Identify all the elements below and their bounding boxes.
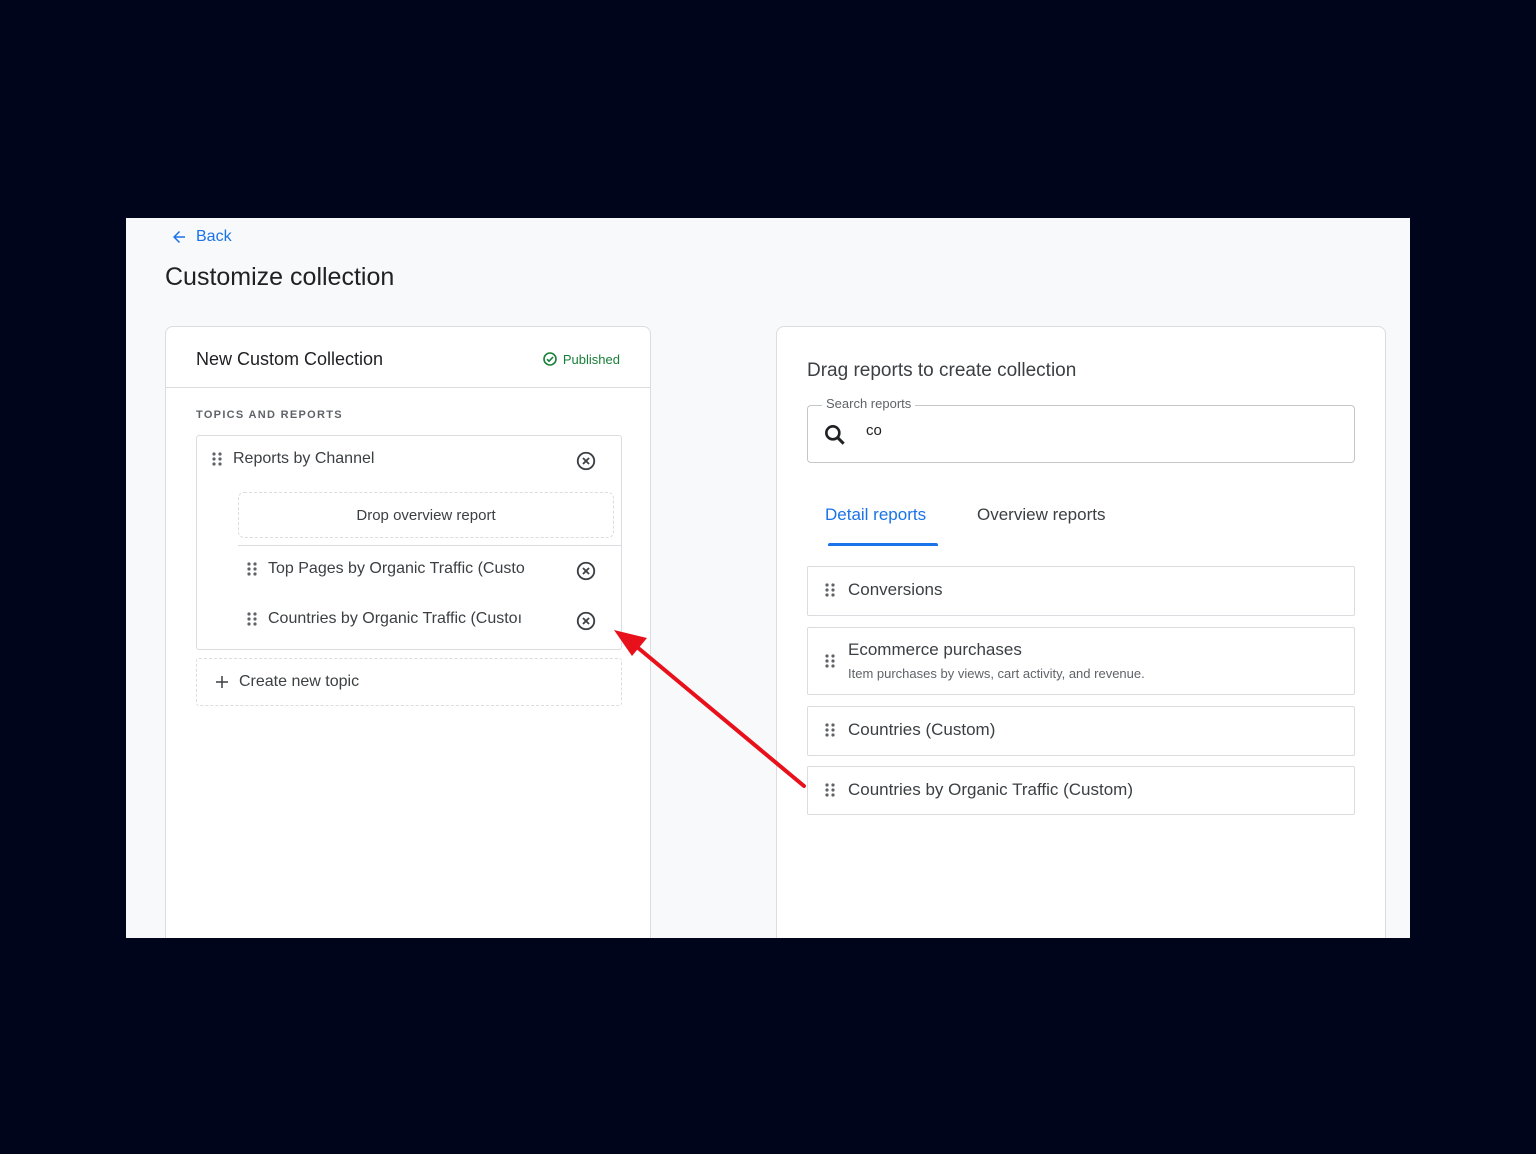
drag-handle-icon[interactable] bbox=[246, 611, 258, 627]
drop-overview-zone[interactable]: Drop overview report bbox=[238, 492, 614, 538]
drag-handle-icon[interactable] bbox=[824, 782, 836, 798]
report-name: Conversions bbox=[848, 580, 943, 599]
status-label: Published bbox=[562, 351, 620, 367]
topic-card: Reports by Channel Drop overview report … bbox=[196, 435, 622, 650]
topic-name: Reports by Channel bbox=[233, 450, 375, 467]
check-circle-icon bbox=[543, 352, 557, 366]
remove-report-icon[interactable] bbox=[575, 560, 597, 582]
section-label: TOPICS AND REPORTS bbox=[196, 409, 343, 421]
drop-zone-label: Drop overview report bbox=[356, 506, 496, 524]
topic-report-name: Top Pages by Organic Traffic (Custo bbox=[268, 560, 525, 577]
collection-header: New Custom Collection Published bbox=[166, 327, 650, 388]
active-tab-indicator bbox=[828, 543, 938, 546]
search-field[interactable]: Search reports bbox=[807, 396, 1355, 463]
plus-icon bbox=[216, 676, 228, 688]
topic-row[interactable]: Reports by Channel bbox=[211, 450, 374, 468]
topic-report-name: Countries by Organic Traffic (Custoı bbox=[268, 610, 523, 627]
status-badge: Published bbox=[542, 351, 620, 367]
topic-report-item[interactable]: Countries by Organic Traffic (Custoı bbox=[246, 610, 562, 628]
back-link[interactable]: Back bbox=[170, 226, 232, 248]
report-name: Countries (Custom) bbox=[848, 720, 996, 739]
create-topic-label: Create new topic bbox=[239, 673, 360, 690]
create-topic-button[interactable]: Create new topic bbox=[196, 658, 622, 706]
screenshot-frame: Back Customize collection New Custom Col… bbox=[126, 218, 1410, 938]
report-library-panel: Drag reports to create collection Search… bbox=[776, 326, 1386, 938]
remove-topic-icon[interactable] bbox=[575, 450, 597, 472]
report-card[interactable]: Ecommerce purchases Item purchases by vi… bbox=[807, 627, 1355, 695]
search-input[interactable] bbox=[866, 418, 1326, 442]
remove-report-icon[interactable] bbox=[575, 610, 597, 632]
collection-name: New Custom Collection bbox=[196, 349, 384, 369]
library-title: Drag reports to create collection bbox=[807, 360, 1077, 381]
report-description: Item purchases by views, cart activity, … bbox=[848, 666, 1145, 681]
tab-overview-reports[interactable]: Overview reports bbox=[977, 505, 1105, 525]
topic-report-item[interactable]: Top Pages by Organic Traffic (Custo bbox=[246, 560, 562, 578]
drag-handle-icon[interactable] bbox=[246, 561, 258, 577]
report-card[interactable]: Conversions bbox=[807, 566, 1355, 616]
report-card[interactable]: Countries by Organic Traffic (Custom) bbox=[807, 766, 1355, 815]
drag-handle-icon[interactable] bbox=[824, 582, 836, 598]
divider bbox=[238, 545, 622, 546]
back-label: Back bbox=[196, 228, 232, 245]
drag-handle-icon[interactable] bbox=[824, 722, 836, 738]
search-label: Search reports bbox=[822, 396, 916, 411]
arrow-back-icon bbox=[173, 231, 185, 243]
drag-handle-icon[interactable] bbox=[824, 653, 836, 669]
report-name: Ecommerce purchases bbox=[848, 640, 1022, 659]
search-icon bbox=[825, 425, 845, 445]
tab-detail-reports[interactable]: Detail reports bbox=[825, 505, 926, 525]
drag-handle-icon[interactable] bbox=[211, 451, 223, 467]
report-card[interactable]: Countries (Custom) bbox=[807, 706, 1355, 756]
report-name: Countries by Organic Traffic (Custom) bbox=[848, 780, 1133, 799]
collection-panel: New Custom Collection Published TOPICS A… bbox=[165, 326, 651, 938]
page-title: Customize collection bbox=[165, 263, 395, 291]
